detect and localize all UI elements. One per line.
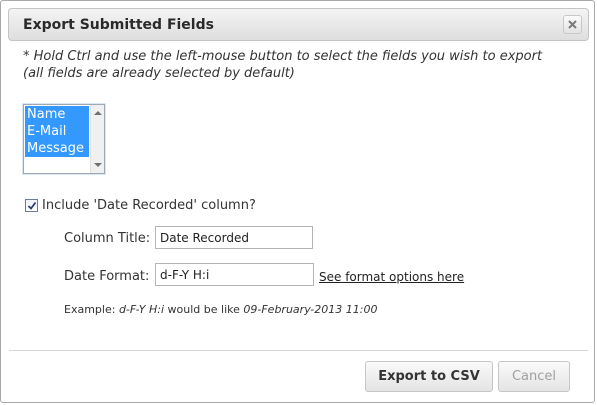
example-middle: would be like [164, 303, 244, 316]
field-option-name[interactable]: Name [25, 106, 89, 123]
field-option-message[interactable]: Message [25, 140, 89, 157]
date-format-input[interactable] [155, 263, 314, 286]
example-prefix: Example: [64, 303, 119, 316]
date-example: Example: d-F-Y H:i would be like 09-Febr… [64, 303, 377, 316]
dialog-titlebar: Export Submitted Fields [8, 8, 589, 41]
listbox-scrollbar[interactable] [90, 105, 104, 173]
example-format: d-F-Y H:i [118, 303, 165, 316]
footer-divider [9, 350, 588, 351]
hint-line-1: * Hold Ctrl and use the left-mouse butto… [23, 49, 543, 64]
include-date-label[interactable]: Include 'Date Recorded' column? [42, 198, 256, 213]
cancel-button[interactable]: Cancel [498, 361, 570, 392]
export-dialog: Export Submitted Fields * Hold Ctrl and … [0, 0, 595, 403]
close-button[interactable] [563, 15, 582, 34]
checkmark-icon [27, 201, 37, 210]
format-options-link[interactable]: See format options here [319, 270, 464, 284]
scroll-down-arrow-icon[interactable] [94, 163, 102, 167]
dialog-title: Export Submitted Fields [23, 17, 214, 33]
scroll-up-arrow-icon[interactable] [94, 111, 102, 115]
column-title-label: Column Title: [64, 231, 151, 246]
fields-multiselect[interactable]: Name E-Mail Message [23, 104, 105, 174]
selection-hint: * Hold Ctrl and use the left-mouse butto… [23, 48, 542, 82]
fields-options: Name E-Mail Message [25, 106, 89, 157]
include-date-row: Include 'Date Recorded' column? [25, 195, 256, 214]
include-date-checkbox[interactable] [25, 199, 38, 212]
hint-line-2: (all fields are already selected by defa… [23, 66, 295, 81]
export-csv-button[interactable]: Export to CSV [365, 361, 493, 392]
date-format-label: Date Format: [64, 269, 150, 284]
field-option-email[interactable]: E-Mail [25, 123, 89, 140]
example-result: 09-February-2013 11:00 [243, 303, 378, 316]
close-x-icon [568, 20, 577, 29]
column-title-input[interactable] [155, 226, 313, 249]
